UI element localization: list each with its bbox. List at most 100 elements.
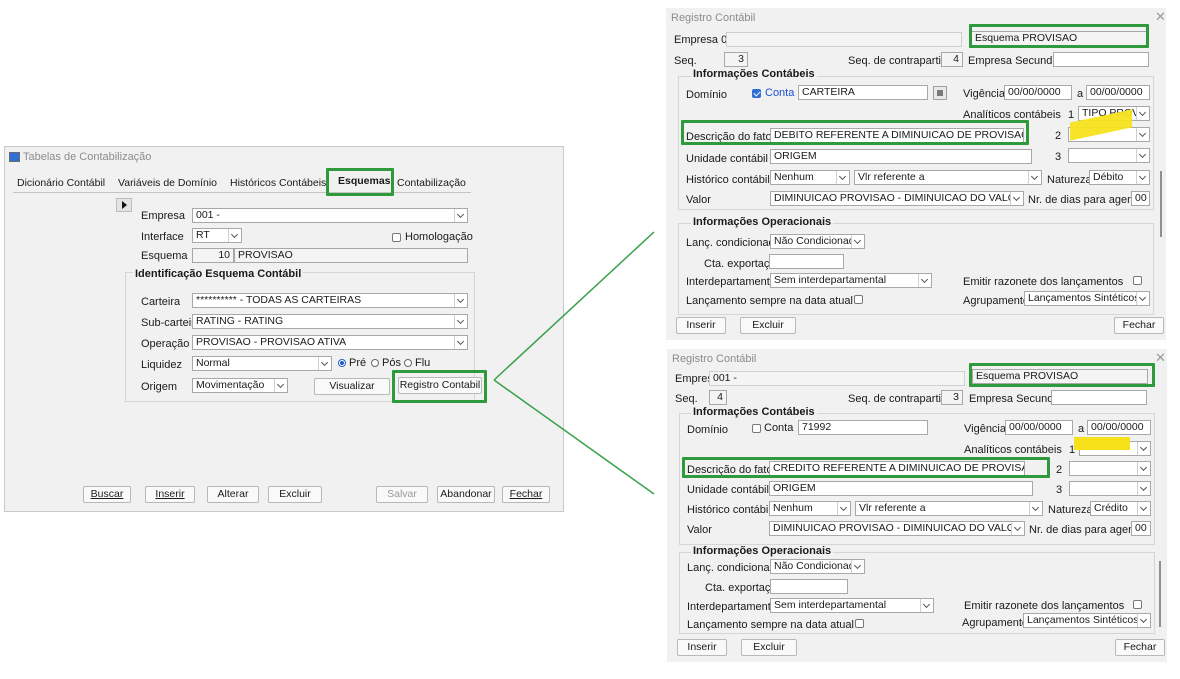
natureza-value: Crédito — [1094, 502, 1128, 514]
conta-checkbox[interactable] — [752, 89, 761, 98]
lanc-select[interactable]: Não Condicionado — [770, 234, 865, 249]
dominio-label: Domínio — [686, 89, 727, 101]
conta-field[interactable]: CARTEIRA — [798, 85, 928, 100]
vigencia-label: Vigência: — [964, 423, 1010, 435]
inserir-button[interactable]: Inserir — [676, 317, 726, 334]
empresa-secund-label: Empresa Secund. — [968, 55, 1056, 67]
conta-label: Conta — [765, 87, 795, 99]
sempre-label: Lançamento sempre na data atual — [687, 619, 854, 631]
valor-value: DIMINUICAO PROVISAO - DIMINUICAO DO VALO… — [774, 192, 1024, 204]
emitir-checkbox[interactable] — [1133, 276, 1142, 285]
vigencia-a-label: a — [1077, 88, 1084, 100]
connector-line-top — [493, 231, 655, 381]
vigencia-to[interactable]: 00/00/0000 — [1087, 420, 1151, 435]
historico-ref-value: Vlr referente a — [859, 502, 926, 514]
agrup-select[interactable]: Lançamentos Sintéticos — [1023, 613, 1151, 628]
chevron-down-icon — [1137, 442, 1150, 455]
chevron-down-icon — [851, 560, 864, 573]
info-contabeis-section: Informações Contábeis — [691, 406, 817, 418]
historico-select[interactable]: Nenhum — [770, 170, 850, 185]
dias-field[interactable]: 00 — [1131, 191, 1150, 206]
vigencia-to[interactable]: 00/00/0000 — [1086, 85, 1150, 100]
close-icon[interactable]: ✕ — [1155, 9, 1166, 25]
fechar-button[interactable]: Fechar — [1114, 317, 1164, 334]
valor-select[interactable]: DIMINUICAO PROVISAO - DIMINUICAO DO VALO… — [770, 191, 1024, 206]
valor-label: Valor — [687, 524, 712, 536]
conta-checkbox[interactable] — [752, 424, 761, 433]
emitir-label: Emitir razonete dos lançamentos — [964, 600, 1125, 612]
unidade-label: Unidade contábil — [686, 153, 768, 165]
descricao-highlight-1 — [681, 120, 1029, 145]
agrup-label: Agrupamento — [963, 295, 1030, 307]
chevron-down-icon — [1136, 107, 1149, 120]
lanc-label: Lanç. condicionado — [687, 562, 782, 574]
historico-value: Nenhum — [774, 171, 814, 183]
dias-label: Nr. de dias para agenda — [1029, 524, 1147, 536]
unidade-field[interactable]: ORIGEM — [770, 149, 1032, 164]
lanc-value: Não Condicionado — [774, 560, 861, 572]
chevron-down-icon — [836, 171, 849, 184]
lookup-icon[interactable] — [933, 86, 947, 100]
excluir-button[interactable]: Excluir — [741, 639, 797, 656]
inserir-button[interactable]: Inserir — [677, 639, 727, 656]
sempre-checkbox[interactable] — [854, 295, 863, 304]
conta-field[interactable]: 71992 — [798, 420, 928, 435]
vigencia-label: Vigência: — [963, 88, 1009, 100]
chevron-down-icon — [1029, 502, 1042, 515]
valor-select[interactable]: DIMINUICAO PROVISAO - DIMINUICAO DO VALO… — [769, 521, 1025, 536]
yellow-marker — [1074, 437, 1130, 450]
historico-label: Histórico contábil — [687, 504, 771, 516]
cta-field[interactable] — [769, 254, 844, 269]
chevron-down-icon — [1137, 462, 1150, 475]
historico-select[interactable]: Nenhum — [769, 501, 851, 516]
agrup-value: Lançamentos Sintéticos — [1027, 614, 1139, 626]
contrapartida-label: Seq. de contrapartida — [848, 55, 954, 67]
cta-field[interactable] — [770, 579, 848, 594]
emitir-checkbox[interactable] — [1133, 600, 1142, 609]
analitico-1-num: 1 — [1068, 109, 1075, 121]
contrapartida-field: 4 — [941, 52, 963, 67]
analiticos-label: Analíticos contábeis — [964, 444, 1062, 456]
vigencia-from[interactable]: 00/00/0000 — [1005, 420, 1073, 435]
info-operacionais-section: Informações Operacionais — [691, 545, 834, 557]
lanc-select[interactable]: Não Condicionado — [770, 559, 865, 574]
dias-field[interactable]: 00 — [1131, 521, 1151, 536]
historico-ref-select[interactable]: Vlr referente a — [854, 170, 1042, 185]
chevron-down-icon — [1137, 482, 1150, 495]
unidade-label: Unidade contábil — [687, 484, 769, 496]
scrollbar[interactable] — [1159, 561, 1161, 627]
close-icon[interactable]: ✕ — [1155, 350, 1166, 366]
registro-dialog-2: Registro Contábil ✕ Empresa 001 - Esquem… — [667, 349, 1167, 662]
analitico-3-select[interactable] — [1068, 148, 1150, 163]
analitico-2-select[interactable] — [1069, 461, 1151, 476]
vigencia-a-label: a — [1078, 423, 1085, 435]
esquema-highlight-1 — [969, 24, 1149, 48]
agrup-label: Agrupamento — [962, 617, 1029, 629]
historico-value: Nenhum — [773, 502, 813, 514]
scrollbar[interactable] — [1160, 171, 1162, 237]
sempre-checkbox[interactable] — [855, 619, 864, 628]
empresa-secund-field[interactable] — [1053, 52, 1149, 67]
agrup-value: Lançamentos Sintéticos — [1028, 292, 1140, 304]
natureza-select[interactable]: Crédito — [1090, 501, 1151, 516]
seq-field: 3 — [724, 52, 748, 67]
chevron-down-icon — [837, 502, 850, 515]
interdep-label: Interdepartamental — [687, 601, 780, 613]
analitico-3-num: 3 — [1056, 484, 1063, 496]
historico-ref-select[interactable]: Vlr referente a — [855, 501, 1043, 516]
seq-label: Seq. — [674, 55, 697, 67]
empresa-secund-field[interactable] — [1051, 390, 1147, 405]
connector-line-bottom — [493, 379, 655, 495]
unidade-field[interactable]: ORIGEM — [769, 481, 1033, 496]
dias-label: Nr. de dias para agenda — [1028, 194, 1146, 206]
excluir-button[interactable]: Excluir — [740, 317, 796, 334]
fechar-button[interactable]: Fechar — [1115, 639, 1165, 656]
registro-dialog-1: Registro Contábil ✕ Empresa 001 - Esquem… — [666, 8, 1166, 340]
esquema-highlight-2 — [969, 363, 1155, 387]
analitico-3-select[interactable] — [1069, 481, 1151, 496]
interdep-select[interactable]: Sem interdepartamental — [770, 273, 932, 288]
natureza-select[interactable]: Débito — [1089, 170, 1150, 185]
agrup-select[interactable]: Lançamentos Sintéticos — [1024, 291, 1150, 306]
vigencia-from[interactable]: 00/00/0000 — [1004, 85, 1072, 100]
interdep-select[interactable]: Sem interdepartamental — [770, 598, 934, 613]
